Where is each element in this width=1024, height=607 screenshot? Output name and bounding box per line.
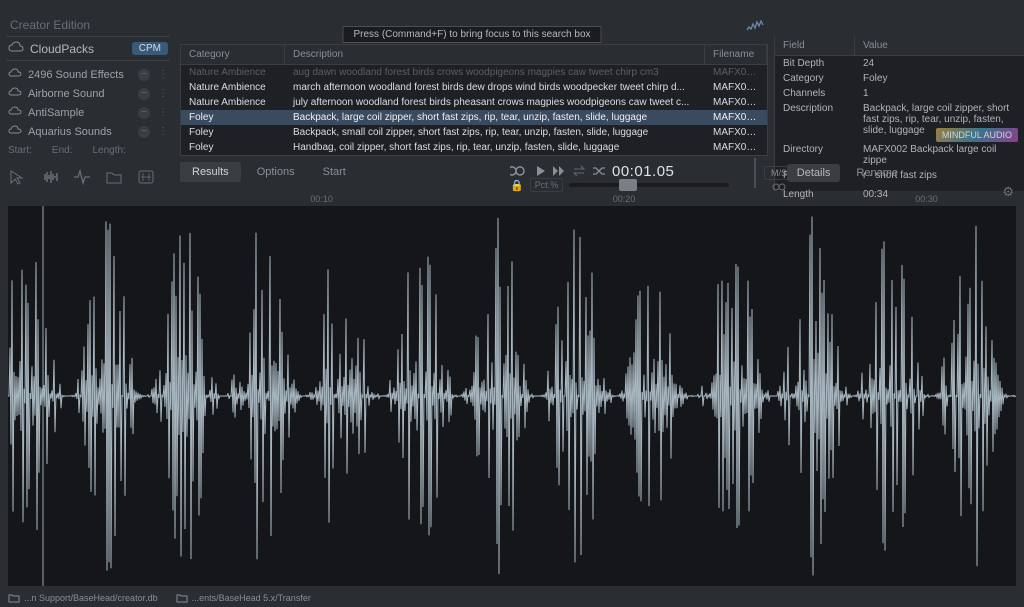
cloud-icon [8, 68, 22, 81]
sidebar: CloudPacks CPM 2496 Sound Effects−⋮Airbo… [0, 36, 176, 191]
cpm-badge[interactable]: CPM [132, 42, 168, 55]
cloud-icon [8, 41, 24, 56]
waveform-display[interactable] [8, 206, 1016, 586]
lock-icon[interactable]: 🔒 [510, 179, 524, 192]
tab-results[interactable]: Results [180, 162, 241, 182]
loop-icon[interactable] [510, 165, 530, 177]
ffwd-icon[interactable] [552, 165, 566, 177]
cloudpacks-header[interactable]: CloudPacks CPM [6, 36, 170, 61]
table-row[interactable]: FoleyHandbag, coil zipper, short fast zi… [181, 140, 767, 155]
footer-path-1[interactable]: ...n Support/BaseHead/creator.db [8, 593, 158, 603]
sidebar-item-label: AntiSample [28, 107, 132, 119]
sidebar-item[interactable]: AntiSample−⋮ [6, 103, 170, 122]
minus-icon[interactable]: − [138, 88, 150, 100]
rename-button[interactable]: Rename [850, 164, 904, 182]
timeline-ruler: 00:10 00:20 00:30 [8, 194, 1016, 206]
repeat-icon[interactable] [572, 165, 586, 177]
sidebar-item-label: Aquarius Sounds [28, 126, 132, 138]
meta-row: CategoryFoley [775, 71, 1024, 86]
cloudpacks-label: CloudPacks [30, 42, 126, 56]
meta-row: Channels1 [775, 86, 1024, 101]
shuffle-icon[interactable] [592, 165, 606, 177]
pitch-slider[interactable] [569, 183, 729, 187]
dots-icon[interactable]: ⋮ [158, 69, 168, 80]
table-row[interactable]: Nature Ambiencemarch afternoon woodland … [181, 80, 767, 95]
tab-start[interactable]: Start [311, 162, 358, 182]
table-row[interactable]: Nature Ambienceaug dawn woodland forest … [181, 65, 767, 80]
start-label: Start: [8, 145, 32, 156]
sidebar-item-label: Airborne Sound [28, 88, 132, 100]
results-table: Category Description Filename Nature Amb… [180, 44, 768, 156]
cloud-icon [8, 87, 22, 100]
meta-col-value: Value [855, 36, 896, 55]
footer-path-2[interactable]: ...ents/BaseHead 5.x/Transfer [176, 593, 311, 603]
sidebar-item[interactable]: Airborne Sound−⋮ [6, 84, 170, 103]
col-description[interactable]: Description [285, 45, 705, 64]
equalizer-icon[interactable] [746, 18, 764, 32]
table-row[interactable]: FoleyBackpack, small coil zipper, short … [181, 125, 767, 140]
minus-icon[interactable]: − [138, 107, 150, 119]
cloud-icon [8, 106, 22, 119]
length-label: Length: [92, 145, 125, 156]
sidebar-item-label: 2496 Sound Effects [28, 69, 132, 81]
h-scrollbar[interactable] [181, 155, 521, 156]
grid-tool-icon[interactable] [136, 168, 156, 186]
channel-icon [772, 182, 786, 192]
minus-icon[interactable]: − [138, 69, 150, 81]
table-row[interactable]: Nature Ambiencejuly afternoon woodland f… [181, 95, 767, 110]
play-icon[interactable] [536, 165, 546, 177]
details-button[interactable]: Details [787, 164, 841, 182]
sidebar-item[interactable]: Aquarius Sounds−⋮ [6, 122, 170, 141]
table-row[interactable]: FoleyBackpack, large coil zipper, short … [181, 110, 767, 125]
search-hint: Press (Command+F) to bring focus to this… [342, 26, 601, 43]
cursor-tool-icon[interactable] [8, 168, 28, 186]
cloud-icon [8, 125, 22, 138]
minus-icon[interactable]: − [138, 126, 150, 138]
col-category[interactable]: Category [181, 45, 285, 64]
level-meter [754, 158, 756, 188]
col-filename[interactable]: Filename [705, 45, 767, 64]
watermark: MINDFUL AUDIO [936, 128, 1018, 142]
meta-col-field: Field [775, 36, 855, 55]
sidebar-item[interactable]: 2496 Sound Effects−⋮ [6, 65, 170, 84]
pulse-tool-icon[interactable] [72, 168, 92, 186]
footer: ...n Support/BaseHead/creator.db ...ents… [8, 593, 311, 603]
meta-row: Bit Depth24 [775, 56, 1024, 71]
dots-icon[interactable]: ⋮ [158, 88, 168, 99]
waveform-tool-icon[interactable] [40, 168, 60, 186]
dots-icon[interactable]: ⋮ [158, 107, 168, 118]
timecode: 00:01.05 [612, 163, 674, 180]
folder-tool-icon[interactable] [104, 168, 124, 186]
app-title: Creator Edition [10, 18, 90, 32]
tab-options[interactable]: Options [245, 162, 307, 182]
dots-icon[interactable]: ⋮ [158, 126, 168, 137]
end-label: End: [52, 145, 73, 156]
pct-label: Pct.% [530, 178, 564, 192]
